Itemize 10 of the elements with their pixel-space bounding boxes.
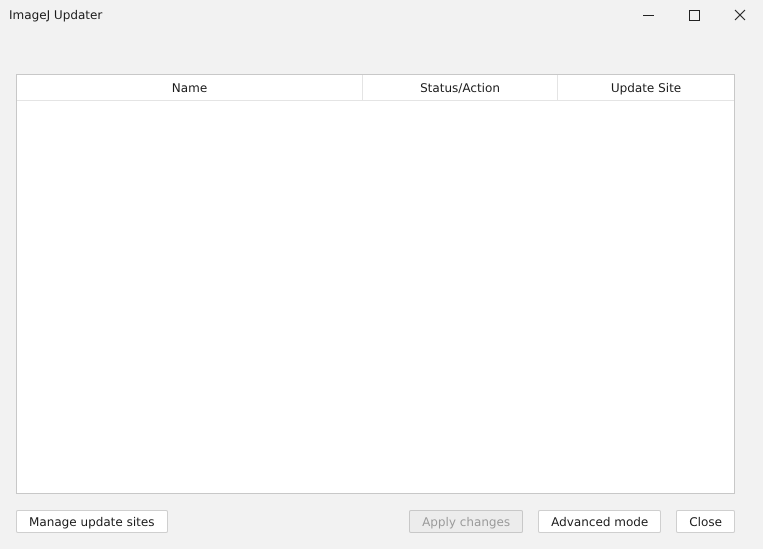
minimize-icon: [642, 14, 654, 16]
column-header[interactable]: Update Site: [558, 75, 734, 100]
window-title: ImageJ Updater: [8, 8, 104, 22]
action-button[interactable]: Advanced mode: [538, 510, 662, 533]
maximize-icon: [688, 10, 700, 20]
close-icon: [734, 9, 746, 21]
column-header[interactable]: Status/Action: [363, 75, 558, 100]
column-header[interactable]: Name: [17, 75, 363, 100]
action-button[interactable]: Close: [676, 510, 735, 533]
action-button[interactable]: Manage update sites: [16, 510, 168, 533]
